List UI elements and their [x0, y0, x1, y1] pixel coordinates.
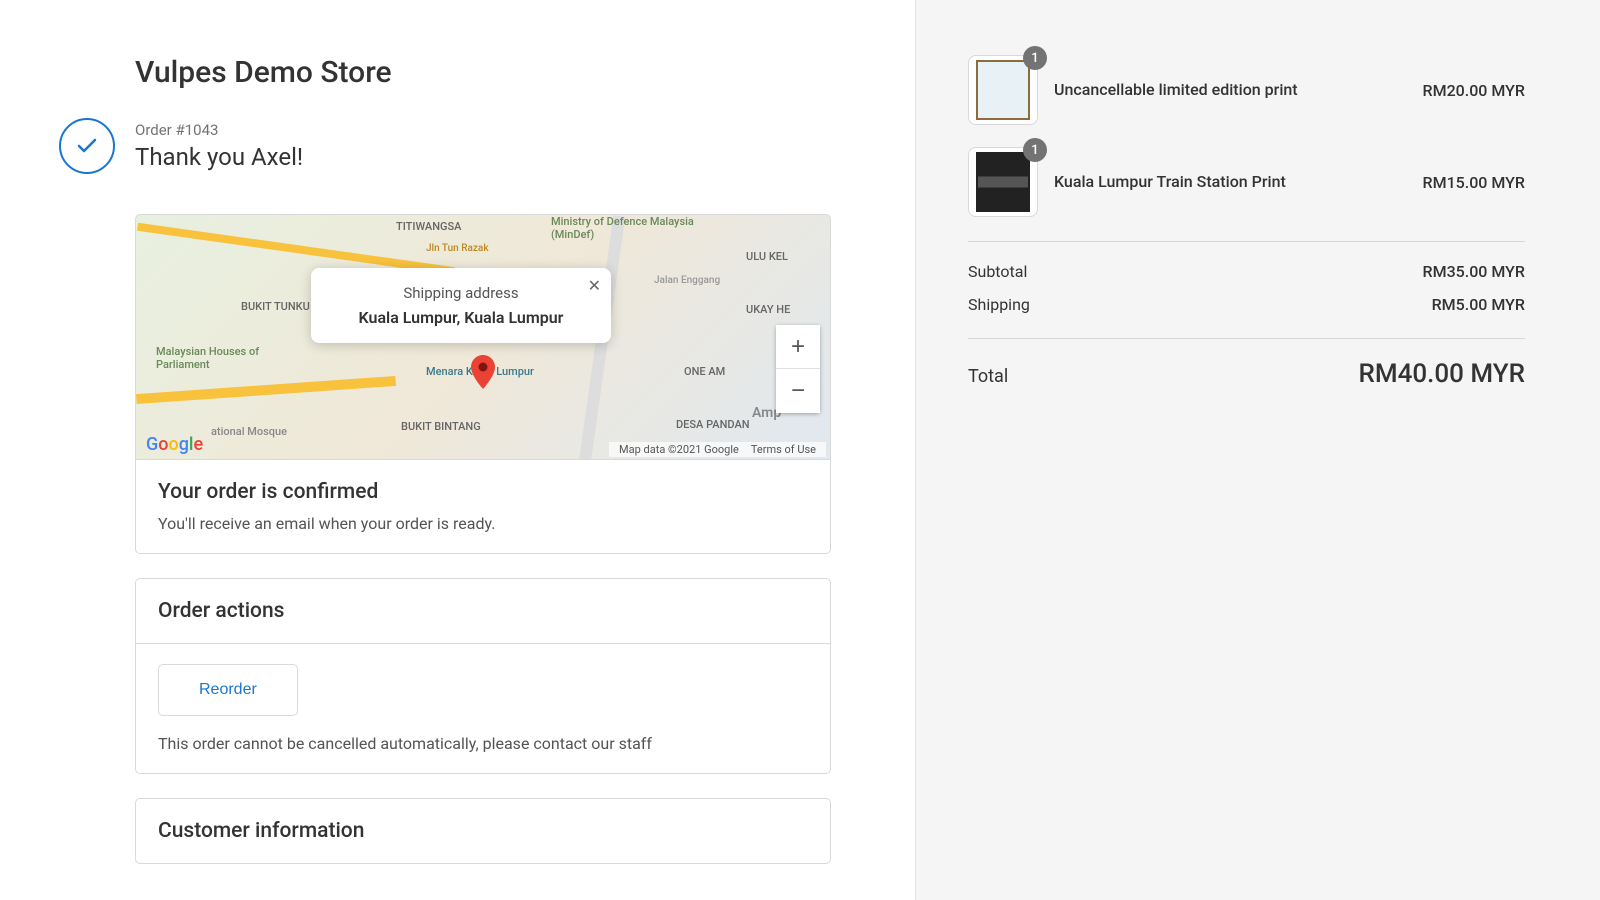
- product-thumbnail: 1: [968, 55, 1038, 125]
- map-pin-icon: [471, 355, 495, 389]
- line-item: 1 Uncancellable limited edition print RM…: [968, 55, 1525, 125]
- product-thumbnail: 1: [968, 147, 1038, 217]
- map-address-popup: ✕ Shipping address Kuala Lumpur, Kuala L…: [311, 268, 611, 343]
- shipping-label: Shipping: [968, 295, 1030, 314]
- subtotal-value: RM35.00 MYR: [1423, 262, 1525, 281]
- subtotal-row: Subtotal RM35.00 MYR: [968, 262, 1525, 281]
- item-name: Kuala Lumpur Train Station Print: [1054, 171, 1407, 193]
- item-price: RM15.00 MYR: [1423, 173, 1525, 192]
- subtotal-label: Subtotal: [968, 262, 1027, 281]
- total-amount: RM40.00 MYR: [1358, 359, 1525, 389]
- check-circle-icon: [59, 118, 115, 174]
- thank-you-message: Thank you Axel!: [135, 143, 303, 171]
- customer-info-title: Customer information: [158, 819, 808, 843]
- item-price: RM20.00 MYR: [1423, 81, 1525, 100]
- confirmation-title: Your order is confirmed: [158, 480, 808, 504]
- shipping-row: Shipping RM5.00 MYR: [968, 295, 1525, 314]
- shipping-map[interactable]: TITIWANGSA BUKIT TUNKU BUKIT BINTANG UKA…: [135, 214, 831, 460]
- order-confirmation-panel: Vulpes Demo Store Order #1043 Thank you …: [0, 0, 916, 900]
- order-summary-panel: 1 Uncancellable limited edition print RM…: [916, 0, 1600, 900]
- item-name: Uncancellable limited edition print: [1054, 79, 1407, 101]
- order-actions-card: Order actions Reorder This order cannot …: [135, 578, 831, 774]
- order-number: Order #1043: [135, 121, 303, 139]
- confirmation-card: Your order is confirmed You'll receive a…: [135, 460, 831, 554]
- map-zoom-controls: + −: [776, 325, 820, 413]
- total-row: Total RM40.00 MYR: [968, 359, 1525, 389]
- confirmation-text: You'll receive an email when your order …: [158, 514, 808, 533]
- qty-badge: 1: [1023, 138, 1047, 162]
- cancel-note: This order cannot be cancelled automatic…: [158, 734, 808, 753]
- zoom-out-button[interactable]: −: [776, 369, 820, 413]
- google-logo: Google: [146, 434, 203, 455]
- order-actions-title: Order actions: [158, 599, 808, 623]
- popup-title: Shipping address: [331, 284, 591, 302]
- line-item: 1 Kuala Lumpur Train Station Print RM15.…: [968, 147, 1525, 217]
- reorder-button[interactable]: Reorder: [158, 664, 298, 716]
- close-icon[interactable]: ✕: [588, 276, 601, 296]
- map-attribution: Map data ©2021 GoogleTerms of Use: [609, 442, 826, 457]
- customer-info-card: Customer information: [135, 798, 831, 864]
- total-label: Total: [968, 366, 1008, 387]
- popup-address: Kuala Lumpur, Kuala Lumpur: [331, 308, 591, 327]
- order-header: Order #1043 Thank you Axel!: [135, 118, 855, 174]
- qty-badge: 1: [1023, 46, 1047, 70]
- zoom-in-button[interactable]: +: [776, 325, 820, 369]
- store-title[interactable]: Vulpes Demo Store: [135, 55, 855, 90]
- shipping-value: RM5.00 MYR: [1432, 295, 1525, 314]
